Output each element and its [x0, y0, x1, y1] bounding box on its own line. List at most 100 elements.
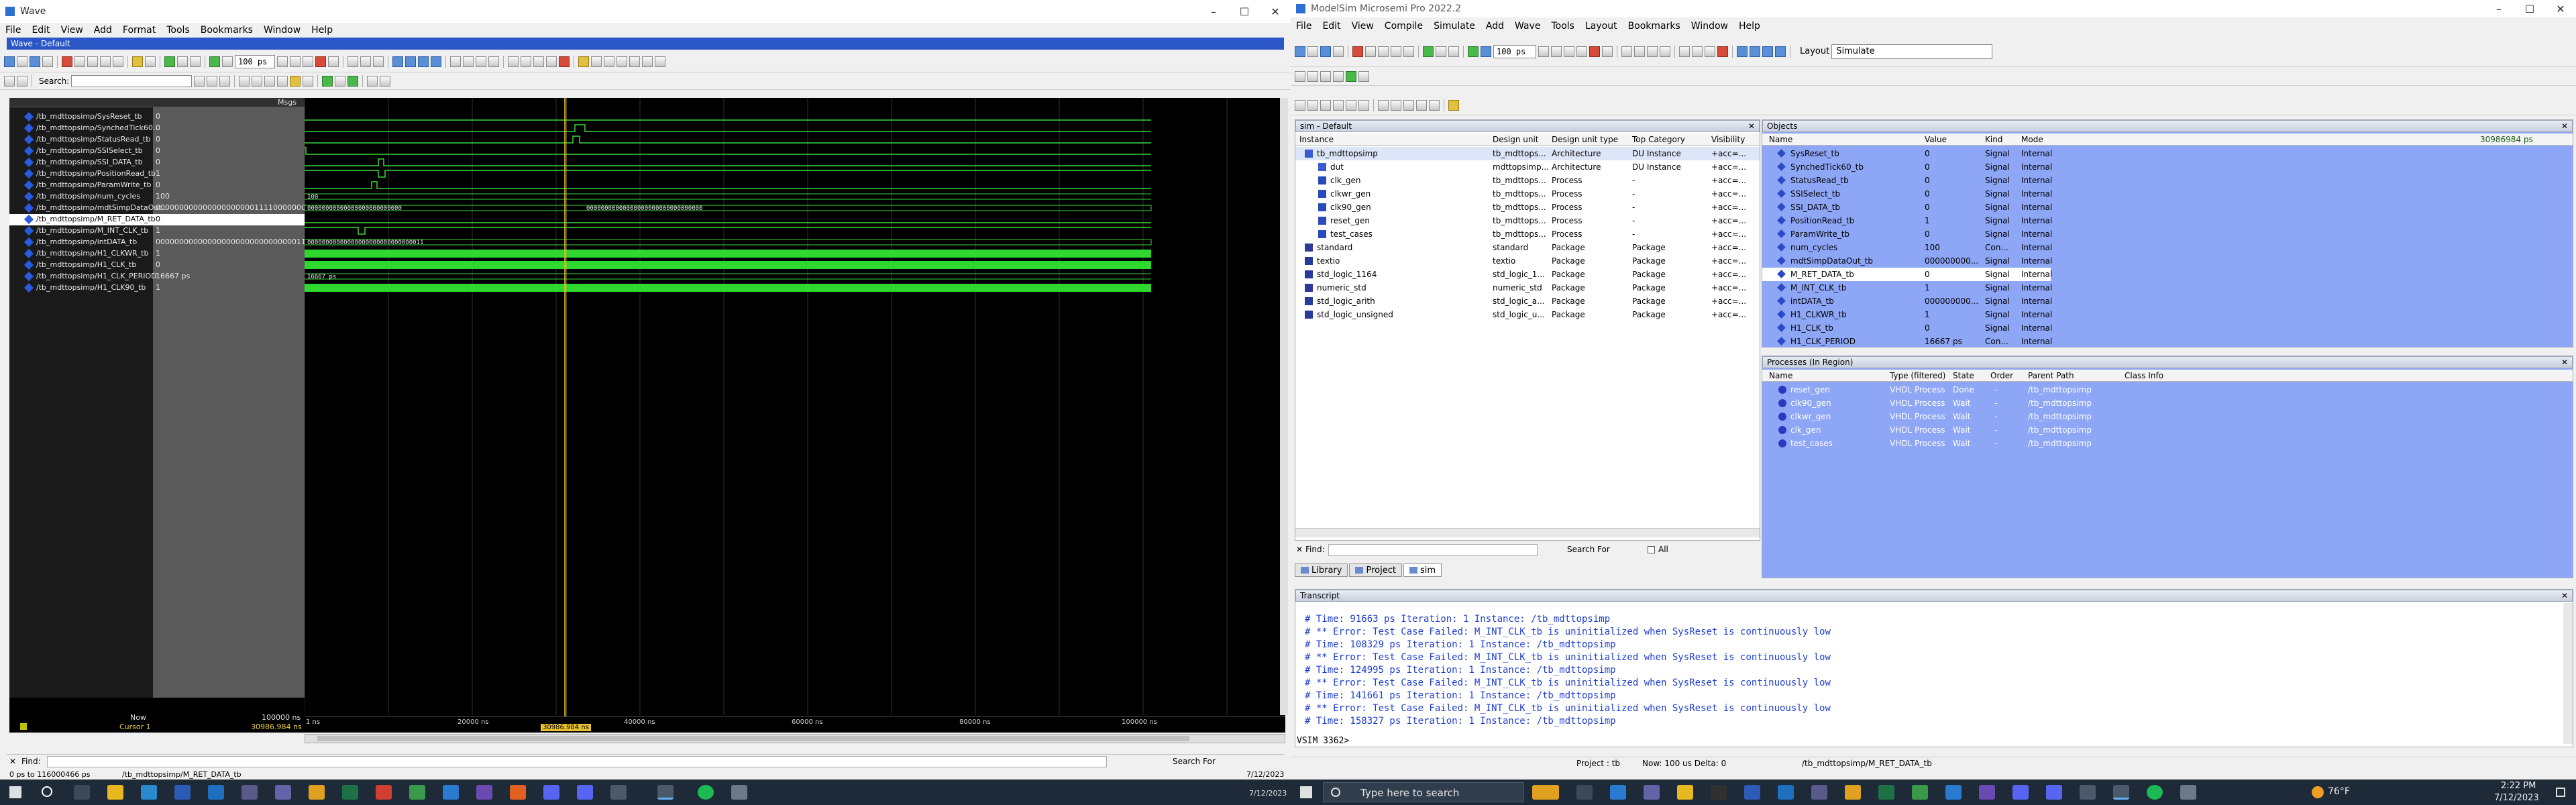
github-icon[interactable]	[476, 785, 492, 800]
wave-signal-row[interactable]: /tb_mdttopsimp/M_RET_DATA_tb 0	[9, 214, 305, 225]
tab-project[interactable]: Project	[1349, 564, 1402, 577]
zoom-out-icon[interactable]	[1307, 70, 1318, 82]
object-row[interactable]: SSISelect_tb 0 Signal Internal	[1762, 187, 2052, 201]
object-row[interactable]: intDATA_tb 000000000... Signal Internal	[1762, 294, 2052, 308]
taskview-icon[interactable]	[74, 785, 90, 800]
stop-icon[interactable]	[1589, 46, 1600, 57]
new-icon[interactable]	[4, 56, 15, 67]
zoom-cursor-icon[interactable]	[1333, 70, 1344, 82]
close-icon[interactable]: ✕	[2545, 0, 2576, 17]
menu-file[interactable]: File	[1291, 21, 1317, 32]
find-search-for[interactable]: Search For	[1173, 757, 1216, 766]
maximize-icon[interactable]: ☐	[1229, 0, 1260, 23]
sim-tree-row[interactable]: std_logic_unsigned std_logic_u... Package P…	[1295, 308, 1760, 321]
search-next-icon[interactable]	[207, 75, 218, 87]
wave-signal-row[interactable]: /tb_mdttopsimp/num_cycles 100	[9, 191, 305, 203]
pane-close-icon[interactable]: ✕	[2561, 591, 2568, 600]
menu-help[interactable]: Help	[1733, 21, 1766, 32]
step-icon[interactable]	[347, 56, 358, 67]
edge-fall-icon[interactable]	[655, 56, 665, 67]
maximize-icon[interactable]: ☐	[2514, 0, 2545, 17]
modelsim-icon[interactable]	[2113, 785, 2129, 800]
memory-icon[interactable]	[1705, 46, 1715, 57]
teams-icon[interactable]	[275, 785, 291, 800]
binoculars-icon[interactable]	[145, 56, 156, 67]
modelsim-time-step-input[interactable]: 100 ps	[1493, 44, 1536, 58]
menu-add[interactable]: Add	[89, 25, 117, 36]
stop-icon[interactable]	[328, 56, 339, 67]
word-icon[interactable]	[1744, 785, 1760, 800]
select-mode-icon[interactable]	[1378, 99, 1389, 111]
spotify-icon[interactable]	[698, 785, 714, 800]
object-row[interactable]: StatusRead_tb 0 Signal Internal	[1762, 174, 2052, 187]
wave-color-icon[interactable]	[1358, 70, 1369, 82]
code-coverage-icon[interactable]	[1647, 46, 1658, 57]
print-icon[interactable]	[42, 56, 53, 67]
modelsim-icon[interactable]	[2080, 785, 2096, 800]
menu-compile[interactable]: Compile	[1379, 21, 1428, 32]
prev-edge-icon[interactable]	[1762, 46, 1773, 57]
col-type[interactable]: Type (filtered)	[1890, 371, 1945, 380]
cursor-add-icon[interactable]	[533, 56, 544, 67]
down-arrow-icon[interactable]	[1750, 46, 1760, 57]
zoom-in-icon[interactable]	[1295, 70, 1305, 82]
save-icon[interactable]	[1320, 46, 1331, 57]
chrome-icon[interactable]	[409, 785, 425, 800]
open-icon[interactable]	[17, 56, 28, 67]
file-explorer-icon[interactable]	[1677, 785, 1693, 800]
zoom-out-icon[interactable]	[252, 75, 263, 87]
minimize-icon[interactable]: –	[1198, 0, 1229, 23]
chrome-icon[interactable]	[309, 785, 325, 800]
zoom-last-icon[interactable]	[303, 75, 314, 87]
search-for-dropdown[interactable]: Search For	[1567, 545, 1610, 554]
step-back-icon[interactable]	[222, 56, 233, 67]
zoom-range-icon[interactable]	[290, 75, 301, 87]
step-over-icon[interactable]	[1307, 99, 1318, 111]
outlook-icon[interactable]	[208, 785, 224, 800]
watch-icon[interactable]	[1717, 46, 1728, 57]
close-icon[interactable]: ✕	[1260, 0, 1291, 23]
zoom-in-icon[interactable]	[239, 75, 250, 87]
col-kind[interactable]: Kind	[1985, 135, 2002, 144]
spotify-icon[interactable]	[2147, 785, 2163, 800]
object-row[interactable]: SysReset_tb 0 Signal Internal	[1762, 147, 2052, 160]
find-close-icon[interactable]: ✕	[1296, 545, 1303, 554]
next-edge-icon[interactable]	[1775, 46, 1786, 57]
object-row[interactable]: H1_CLK_PERIOD 16667 ps Con... Internal	[1762, 335, 2052, 348]
step-out-icon[interactable]	[373, 56, 384, 67]
store-icon[interactable]	[1811, 785, 1827, 800]
search-options-icon[interactable]	[194, 75, 205, 87]
wave-height-icon[interactable]	[347, 75, 359, 87]
breakpoint-icon[interactable]	[1358, 99, 1369, 111]
undo-icon[interactable]	[1391, 46, 1401, 57]
layout-select[interactable]: Simulate	[1831, 44, 1993, 59]
search-prev-icon[interactable]	[219, 75, 231, 87]
prev-edge-icon[interactable]	[418, 56, 429, 67]
wave-signal-row[interactable]: /tb_mdttopsimp/SysReset_tb 0	[9, 111, 305, 123]
object-row[interactable]: mdtSimpDataOut_tb 000000000... Signal Inter…	[1762, 254, 2052, 268]
col-mode[interactable]: Mode	[2021, 135, 2043, 144]
edge-any-icon[interactable]	[642, 56, 653, 67]
tab-sim[interactable]: sim	[1403, 564, 1442, 577]
object-row[interactable]: num_cycles 100 Con... Internal	[1762, 241, 2052, 254]
chrome-icon[interactable]	[1845, 785, 1861, 800]
object-row[interactable]: M_INT_CLK_tb 1 Signal Internal	[1762, 281, 2052, 294]
find-close-icon[interactable]: ✕	[9, 757, 16, 766]
terminal-icon[interactable]	[1711, 785, 1727, 800]
run-all-icon[interactable]	[303, 56, 313, 67]
pane-close-icon[interactable]: ✕	[2561, 121, 2568, 131]
run-icon[interactable]	[1538, 46, 1549, 57]
continue-icon[interactable]	[290, 56, 301, 67]
redo-icon[interactable]	[1403, 46, 1414, 57]
compile-all-icon[interactable]	[177, 56, 188, 67]
menu-help[interactable]: Help	[306, 25, 338, 36]
wave-signal-row[interactable]: /tb_mdttopsimp/StatusRead_tb 0	[9, 134, 305, 146]
bookmark-icon[interactable]	[578, 56, 589, 67]
wave-signal-row[interactable]: /tb_mdttopsimp/SynchedTick60... 0	[9, 123, 305, 134]
bookmark-add-icon[interactable]	[591, 56, 602, 67]
wave-vscrollbar[interactable]	[1280, 98, 1288, 715]
zoom-full-icon[interactable]	[1320, 70, 1331, 82]
find-icon[interactable]	[1436, 46, 1446, 57]
zoom-full-icon[interactable]	[264, 75, 276, 87]
redo-icon[interactable]	[113, 56, 123, 67]
